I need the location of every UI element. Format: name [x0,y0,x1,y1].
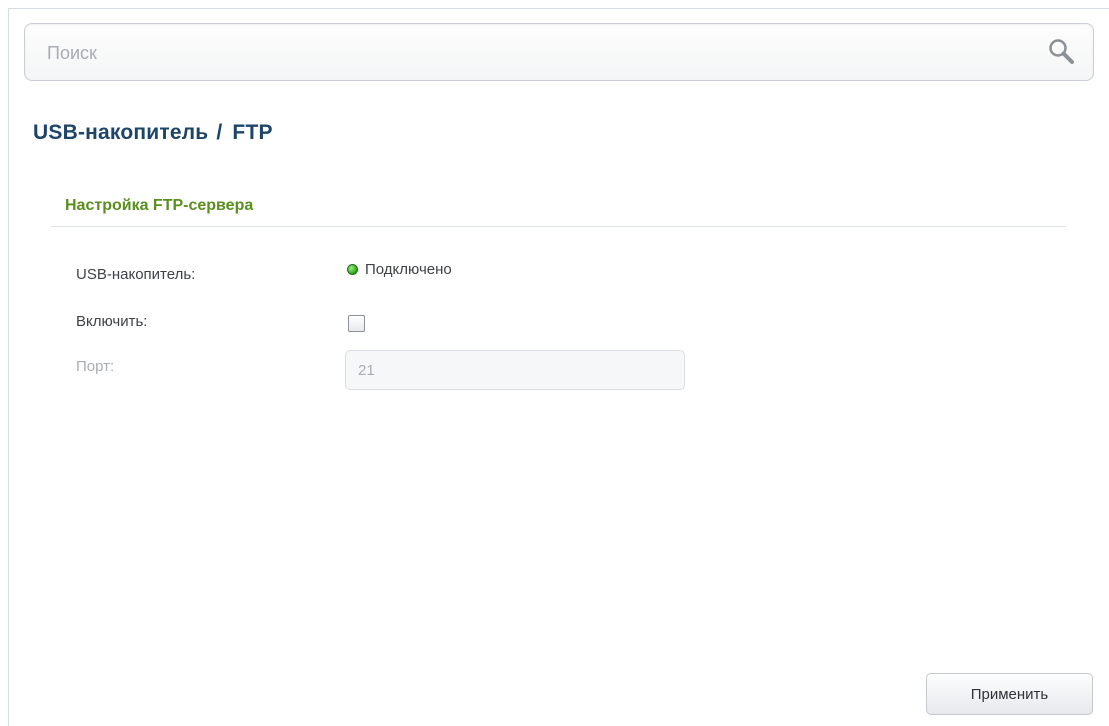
breadcrumb-current: FTP [232,121,273,144]
port-label: Порт: [76,358,115,375]
breadcrumb-parent: USB-накопитель [33,121,209,144]
usb-status-text: Подключено [365,261,452,278]
apply-button[interactable]: Применить [926,673,1093,715]
port-input[interactable] [345,350,685,390]
status-connected-icon [347,264,358,275]
page-title: USB-накопитель / FTP [33,121,273,145]
search-icon[interactable] [1047,37,1077,67]
enable-label: Включить: [76,313,148,330]
usb-drive-label: USB-накопитель: [76,266,196,283]
usb-status: Подключено [347,261,452,278]
breadcrumb-separator: / [216,121,223,144]
search-bar[interactable] [24,23,1094,81]
section-title: Настройка FTP-сервера [65,197,254,214]
enable-checkbox[interactable] [348,315,365,332]
section-divider [51,226,1066,227]
search-input[interactable] [45,38,1009,68]
